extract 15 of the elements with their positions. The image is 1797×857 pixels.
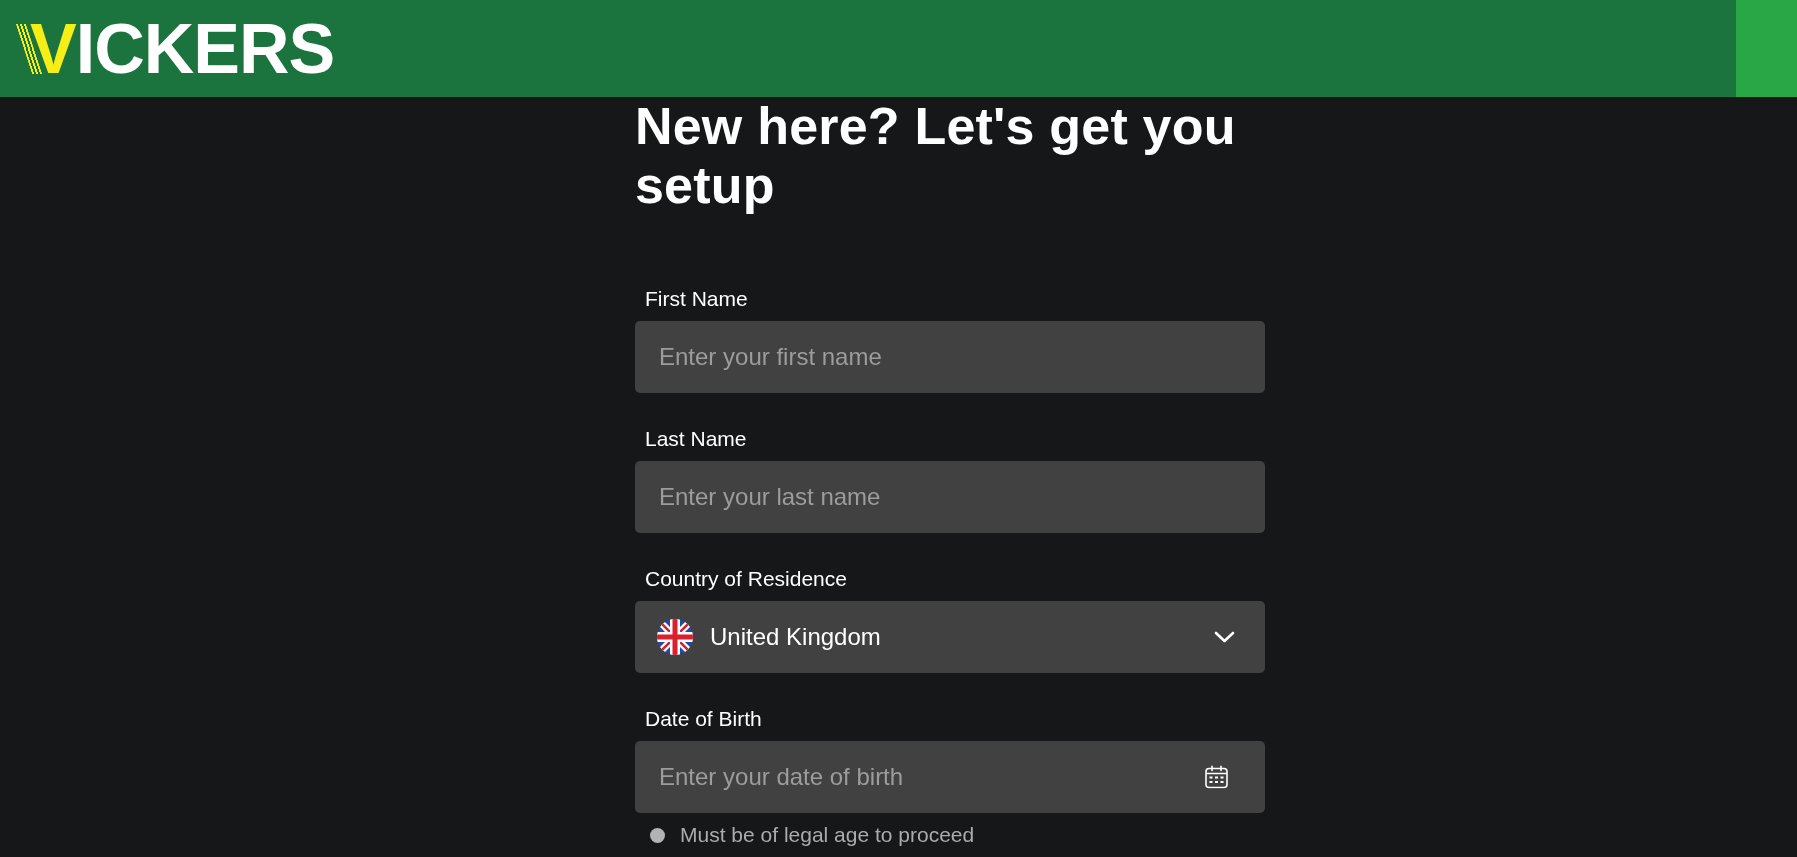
- hint-text: Must be of legal age to proceed: [680, 823, 975, 847]
- input-field[interactable]: Enter your last name: [635, 461, 1265, 533]
- calendar-icon: [1205, 765, 1228, 789]
- country-select[interactable]: United Kingdom: [635, 601, 1265, 673]
- page-heading: New here? Let's get you setup: [635, 97, 1237, 215]
- uk-flag-icon: [657, 619, 693, 655]
- field-label: First Name: [644, 287, 749, 311]
- status-dot-icon: [650, 827, 665, 843]
- input-field[interactable]: Enter your first name: [635, 321, 1265, 393]
- field-label: Date of Birth: [644, 707, 763, 731]
- field-label: Country of Residence: [644, 567, 848, 591]
- logo[interactable]: VICKERS: [0, 0, 335, 97]
- field-label: Last Name: [644, 427, 748, 451]
- chevron-down-icon: [1214, 631, 1235, 643]
- date-input-field[interactable]: Enter your date of birth: [635, 741, 1265, 813]
